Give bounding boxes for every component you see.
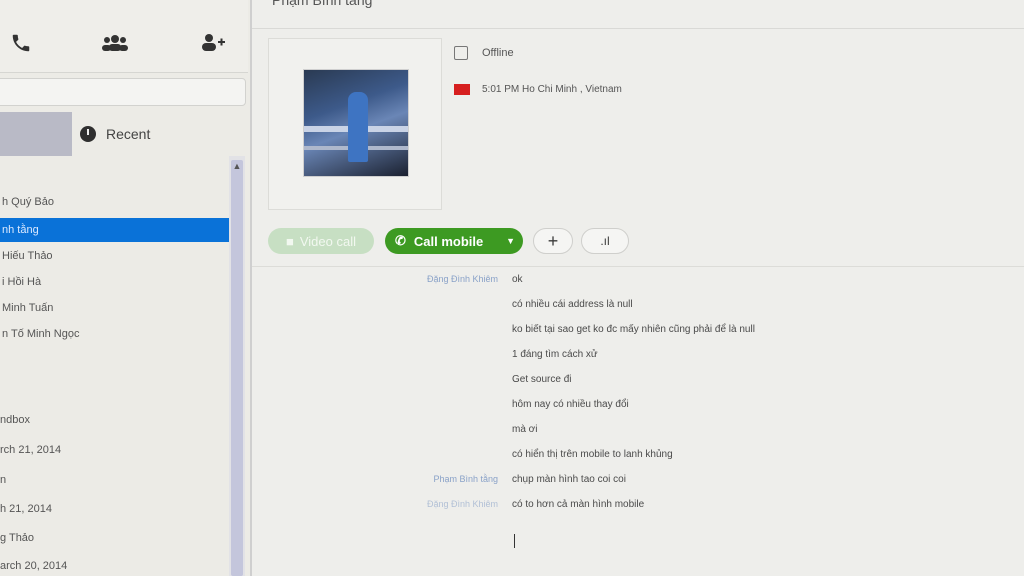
header-divider [252, 28, 1024, 29]
recent-item[interactable]: rch 21, 2014 [0, 444, 228, 456]
message-text: ko biết tại sao get ko đc mấy nhiên cũng… [512, 324, 755, 335]
clock-icon [80, 126, 96, 142]
list-item[interactable]: i Hồi Hà [0, 270, 230, 294]
recent-item[interactable]: n [0, 474, 228, 486]
status-text: Offline [482, 47, 514, 59]
vietnam-flag-icon [454, 84, 470, 95]
list-item-selected[interactable]: nh tằng [0, 218, 230, 242]
add-contact-icon[interactable] [198, 30, 228, 56]
group-icon[interactable] [100, 30, 130, 56]
local-time-location: 5:01 PM Ho Chi Minh , Vietnam [482, 84, 622, 95]
message-text: có to hơn cả màn hình mobile [512, 499, 645, 510]
sidebar-tabs: Recent [0, 112, 244, 156]
search-input[interactable] [0, 78, 246, 106]
message-text: 1 đáng tìm cách xử [512, 349, 598, 360]
avatar[interactable] [303, 69, 409, 177]
tab-recent[interactable]: Recent [72, 112, 252, 156]
contact-title: Phạm Bình tằng [272, 0, 373, 8]
text-cursor[interactable] [514, 534, 515, 548]
list-item[interactable]: n Tố Minh Ngọc [0, 322, 230, 346]
add-button[interactable]: + [533, 228, 573, 254]
status-row: Offline [454, 46, 514, 60]
recent-item[interactable]: h 21, 2014 [0, 503, 228, 515]
phone-icon[interactable] [6, 30, 36, 56]
plus-icon: + [547, 230, 559, 251]
list-item[interactable]: Hiếu Thảo [0, 244, 230, 268]
conversation-pane: Phạm Bình tằng Offline 5:01 PM Ho Chi Mi… [252, 0, 1024, 576]
recent-item[interactable]: g Thảo [0, 532, 228, 544]
video-camera-icon: ■ [286, 233, 294, 249]
message-text: mà ơi [512, 424, 538, 435]
message-text: ok [512, 274, 523, 285]
offline-status-icon [454, 46, 468, 60]
scrollbar-thumb[interactable] [231, 160, 243, 576]
signal-icon: .ıl [600, 234, 610, 248]
list-item[interactable]: Minh Tuấn [0, 296, 230, 320]
call-mobile-label: Call mobile [413, 233, 484, 249]
chevron-down-icon[interactable]: ▼ [506, 236, 515, 246]
message-text: có nhiều cái address là null [512, 299, 633, 310]
message-sender: Đặng Đình Khiêm [426, 274, 498, 284]
sidebar: Recent h Quý Bảo nh tằng Hiếu Thảo i Hồi… [0, 0, 252, 576]
phone-icon: ✆ [395, 233, 406, 248]
profile-card [268, 38, 442, 210]
scroll-up-icon[interactable]: ▲ [231, 160, 243, 172]
message-text: Get source đi [512, 374, 572, 385]
recent-item[interactable]: arch 20, 2014 [0, 560, 228, 572]
tab-contacts[interactable] [0, 112, 72, 156]
location-row: 5:01 PM Ho Chi Minh , Vietnam [454, 84, 622, 95]
recent-item[interactable]: ndbox [0, 414, 228, 426]
message-sender: Phạm Bình tằng [433, 474, 498, 484]
message-text: hôm nay có nhiều thay đổi [512, 399, 629, 410]
tab-recent-label: Recent [106, 126, 151, 142]
message-text: chụp màn hình tao coi coi [512, 474, 626, 485]
call-quality-button[interactable]: .ıl [581, 228, 629, 254]
message-sender: Đặng Đình Khiêm [426, 499, 498, 509]
list-item[interactable]: h Quý Bảo [0, 190, 230, 214]
call-mobile-button[interactable]: ✆ Call mobile ▼ [385, 228, 523, 254]
video-call-button[interactable]: ■ Video call [268, 228, 374, 254]
sidebar-toolbar [0, 0, 248, 73]
video-call-label: Video call [299, 233, 356, 249]
message-text: có hiển thị trên mobile to lanh khủng [512, 449, 673, 460]
chat-divider [252, 266, 1024, 267]
